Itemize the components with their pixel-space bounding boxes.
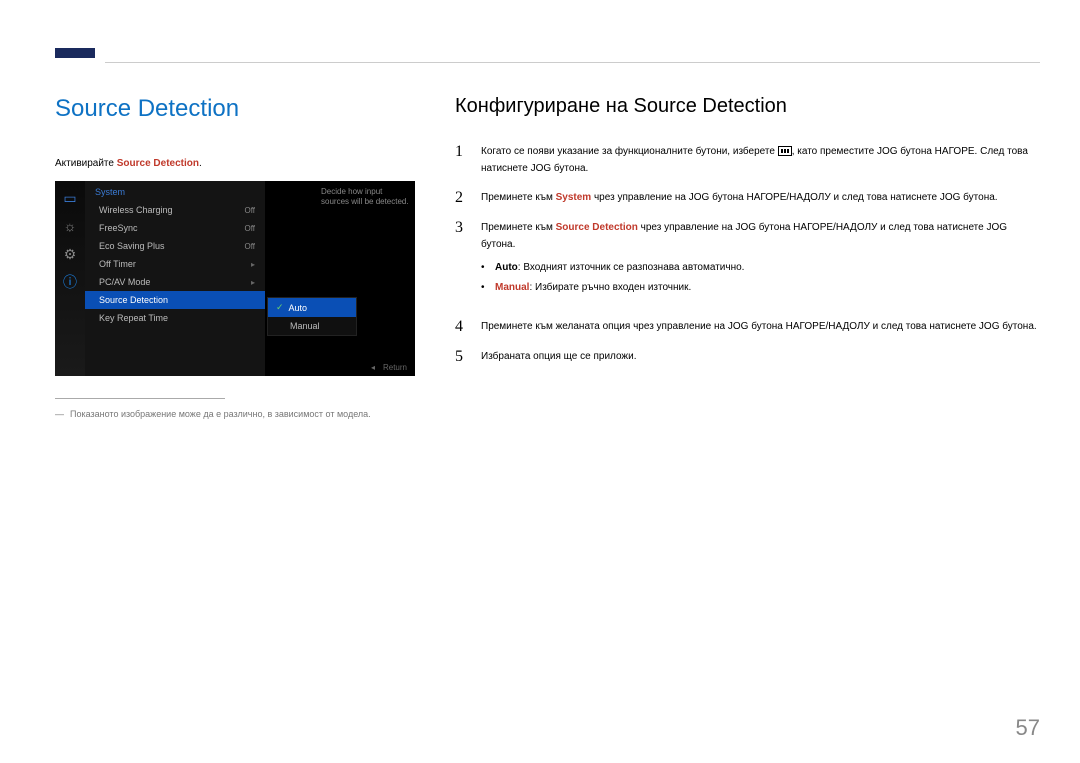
osd-submenu-label: Manual bbox=[290, 321, 320, 331]
osd-item-arrow: ▸ bbox=[251, 278, 255, 287]
step-body: Преминете към System чрез управление на … bbox=[481, 189, 998, 206]
gear-icon: ⚙ bbox=[61, 245, 79, 263]
osd-item-label: Off Timer bbox=[99, 259, 136, 269]
right-column: Конфигуриране на Source Detection 1 Кога… bbox=[455, 95, 1040, 419]
step3-highlight: Source Detection bbox=[556, 222, 638, 233]
page-number: 57 bbox=[1016, 715, 1040, 741]
step-4: 4 Преминете към желаната опция чрез упра… bbox=[455, 318, 1040, 336]
page-title: Source Detection bbox=[55, 95, 415, 123]
osd-footer-arrow-icon: ◂ bbox=[371, 363, 375, 372]
bullet-dot-icon: • bbox=[481, 259, 487, 276]
footnote: ― Показаното изображение може да е разли… bbox=[55, 409, 415, 419]
step3-text-a: Преминете към bbox=[481, 222, 556, 233]
osd-item-off-timer: Off Timer ▸ bbox=[85, 255, 265, 273]
osd-sidebar: ▭ ☼ ⚙ ⓘ bbox=[55, 181, 85, 376]
intro-suffix: . bbox=[199, 158, 202, 169]
page-body: Source Detection Активирайте Source Dete… bbox=[55, 95, 1040, 419]
bullet-auto: • Auto: Входният източник се разпознава … bbox=[481, 259, 1040, 276]
intro-highlight: Source Detection bbox=[117, 158, 199, 169]
document-page: Source Detection Активирайте Source Dete… bbox=[0, 0, 1080, 763]
brightness-icon: ☼ bbox=[61, 217, 79, 235]
menu-icon bbox=[778, 146, 792, 156]
osd-item-value: Off bbox=[244, 206, 255, 215]
intro-prefix: Активирайте bbox=[55, 158, 117, 169]
osd-item-source-detection: Source Detection bbox=[85, 291, 265, 309]
osd-menu-title: System bbox=[85, 181, 265, 201]
osd-submenu-auto: ✓ Auto bbox=[268, 298, 356, 317]
left-column: Source Detection Активирайте Source Dete… bbox=[55, 95, 415, 419]
section-subtitle: Конфигуриране на Source Detection bbox=[455, 95, 1040, 118]
osd-item-label: PC/AV Mode bbox=[99, 277, 150, 287]
step2-text-a: Преминете към bbox=[481, 192, 556, 203]
step-number: 3 bbox=[455, 219, 469, 237]
osd-item-key-repeat-time: Key Repeat Time bbox=[85, 309, 265, 327]
header-accent-bar bbox=[55, 48, 95, 58]
osd-screenshot: ▭ ☼ ⚙ ⓘ System Wireless Charging Off Free… bbox=[55, 181, 415, 376]
osd-submenu: ✓ Auto Manual bbox=[267, 297, 357, 336]
check-icon: ✓ bbox=[276, 302, 284, 313]
intro-text: Активирайте Source Detection. bbox=[55, 158, 415, 169]
step-number: 5 bbox=[455, 348, 469, 366]
step-number: 1 bbox=[455, 143, 469, 161]
osd-item-label: Key Repeat Time bbox=[99, 313, 168, 323]
osd-item-label: Source Detection bbox=[99, 295, 168, 305]
step2-text-b: чрез управление на JOG бутона НАГОРЕ/НАД… bbox=[591, 192, 997, 203]
bullet-label: Manual bbox=[495, 282, 529, 293]
bullet-dot-icon: • bbox=[481, 279, 487, 296]
monitor-icon: ▭ bbox=[61, 189, 79, 207]
step2-highlight: System bbox=[556, 192, 592, 203]
osd-item-pcav-mode: PC/AV Mode ▸ bbox=[85, 273, 265, 291]
bullet-text: Manual: Избирате ръчно входен източник. bbox=[495, 279, 691, 296]
osd-item-label: FreeSync bbox=[99, 223, 138, 233]
osd-submenu-label: Auto bbox=[289, 303, 308, 313]
step-body: Когато се появи указание за функционални… bbox=[481, 143, 1040, 177]
osd-submenu-manual: Manual bbox=[268, 317, 356, 335]
step-body: Преминете към Source Detection чрез упра… bbox=[481, 219, 1040, 306]
osd-item-label: Wireless Charging bbox=[99, 205, 173, 215]
footnote-text: Показаното изображение може да е различн… bbox=[70, 409, 371, 419]
bullet-desc: : Избирате ръчно входен източник. bbox=[529, 282, 691, 293]
bullet-text: Auto: Входният източник се разпознава ав… bbox=[495, 259, 744, 276]
bullet-list: • Auto: Входният източник се разпознава … bbox=[481, 259, 1040, 296]
step-5: 5 Избраната опция ще се приложи. bbox=[455, 348, 1040, 366]
osd-footer: ◂ Return bbox=[371, 363, 407, 372]
osd-item-value: Off bbox=[244, 242, 255, 251]
step-number: 4 bbox=[455, 318, 469, 336]
osd-item-value: Off bbox=[244, 224, 255, 233]
step-1: 1 Когато се появи указание за функционал… bbox=[455, 143, 1040, 177]
step1-text-a: Когато се появи указание за функционални… bbox=[481, 146, 778, 157]
footnote-marker: ― bbox=[55, 409, 64, 419]
osd-footer-return: Return bbox=[383, 363, 407, 372]
info-icon: ⓘ bbox=[61, 273, 79, 291]
osd-item-label: Eco Saving Plus bbox=[99, 241, 165, 251]
step-2: 2 Преминете към System чрез управление н… bbox=[455, 189, 1040, 207]
step-3: 3 Преминете към Source Detection чрез уп… bbox=[455, 219, 1040, 306]
osd-item-freesync: FreeSync Off bbox=[85, 219, 265, 237]
osd-item-eco-saving: Eco Saving Plus Off bbox=[85, 237, 265, 255]
bullet-desc: : Входният източник се разпознава автома… bbox=[518, 262, 745, 273]
osd-item-wireless-charging: Wireless Charging Off bbox=[85, 201, 265, 219]
step-number: 2 bbox=[455, 189, 469, 207]
osd-main-panel: System Wireless Charging Off FreeSync Off … bbox=[85, 181, 265, 376]
bullet-label: Auto bbox=[495, 262, 518, 273]
bullet-manual: • Manual: Избирате ръчно входен източник… bbox=[481, 279, 1040, 296]
osd-item-arrow: ▸ bbox=[251, 260, 255, 269]
step-body: Избраната опция ще се приложи. bbox=[481, 348, 636, 365]
top-divider bbox=[105, 62, 1040, 63]
osd-help-text: Decide how input sources will be detecte… bbox=[321, 187, 409, 208]
step-body: Преминете към желаната опция чрез управл… bbox=[481, 318, 1037, 335]
footnote-divider bbox=[55, 398, 225, 399]
